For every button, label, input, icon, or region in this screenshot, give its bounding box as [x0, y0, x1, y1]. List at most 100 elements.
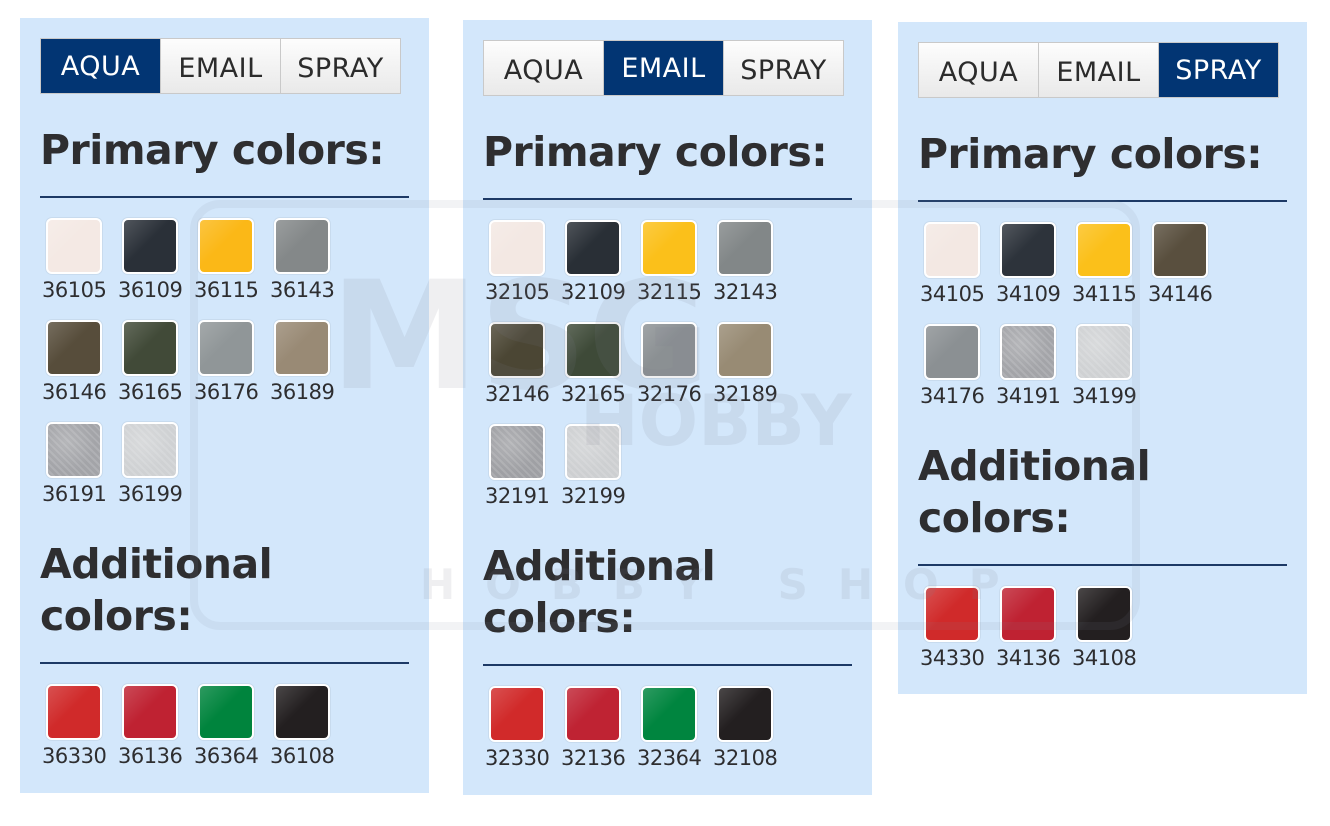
swatch-item: 32176 [637, 322, 717, 424]
tab-aqua[interactable]: AQUA [919, 43, 1039, 97]
color-code: 34199 [1072, 384, 1137, 408]
tab-spray[interactable]: SPRAY [1159, 43, 1278, 97]
color-swatch[interactable] [274, 684, 330, 740]
color-swatch[interactable] [1076, 324, 1132, 380]
color-code: 34105 [920, 282, 985, 306]
color-code: 34136 [996, 646, 1061, 670]
swatch-item: 32364 [637, 686, 717, 788]
color-code: 36105 [42, 278, 107, 302]
color-swatch[interactable] [1000, 586, 1056, 642]
color-code: 32105 [485, 280, 550, 304]
color-code: 34146 [1148, 282, 1213, 306]
color-swatch[interactable] [274, 320, 330, 376]
color-swatch[interactable] [1152, 222, 1208, 278]
color-code: 34330 [920, 646, 985, 670]
color-code: 32108 [713, 746, 778, 770]
swatch-item: 34191 [996, 324, 1076, 426]
color-swatch[interactable] [46, 684, 102, 740]
color-code: 36176 [194, 380, 259, 404]
color-swatch[interactable] [641, 220, 697, 276]
color-swatch[interactable] [122, 320, 178, 376]
color-code: 32165 [561, 382, 626, 406]
heading-line: colors: [918, 494, 1071, 542]
color-swatch[interactable] [565, 686, 621, 742]
heading-line: colors: [40, 592, 193, 640]
tab-email[interactable]: EMAIL [161, 39, 281, 93]
color-swatch[interactable] [46, 218, 102, 274]
color-swatch[interactable] [717, 686, 773, 742]
color-code: 36189 [270, 380, 335, 404]
color-swatch[interactable] [489, 424, 545, 480]
tab-aqua[interactable]: AQUA [41, 39, 161, 93]
tab-aqua[interactable]: AQUA [484, 41, 604, 95]
swatch-item: 34176 [920, 324, 1000, 426]
swatch-item: 36364 [194, 684, 274, 786]
swatch-item: 36136 [118, 684, 198, 786]
color-swatch[interactable] [1000, 324, 1056, 380]
color-code: 36136 [118, 744, 183, 768]
color-swatch[interactable] [717, 322, 773, 378]
color-swatch[interactable] [1076, 586, 1132, 642]
color-swatch[interactable] [565, 424, 621, 480]
color-swatch[interactable] [274, 218, 330, 274]
swatch-item: 36189 [270, 320, 350, 422]
finish-tabs: AQUA EMAIL SPRAY [918, 42, 1279, 98]
color-code: 32191 [485, 484, 550, 508]
color-code: 36115 [194, 278, 259, 302]
color-swatch[interactable] [565, 322, 621, 378]
swatch-item: 34136 [996, 586, 1076, 688]
color-code: 32136 [561, 746, 626, 770]
color-swatch[interactable] [489, 686, 545, 742]
additional-colors-heading: Additional colors: [483, 540, 852, 644]
swatch-item: 36330 [42, 684, 122, 786]
color-swatch[interactable] [641, 322, 697, 378]
color-code: 32199 [561, 484, 626, 508]
swatch-item: 32199 [561, 424, 641, 526]
color-swatch[interactable] [641, 686, 697, 742]
color-swatch[interactable] [489, 322, 545, 378]
color-swatch[interactable] [198, 218, 254, 274]
color-code: 34115 [1072, 282, 1137, 306]
color-swatch[interactable] [46, 422, 102, 478]
swatch-item: 36146 [42, 320, 122, 422]
tab-spray[interactable]: SPRAY [281, 39, 400, 93]
additional-swatch-grid: 32330 32136 32364 32108 [483, 686, 809, 788]
color-swatch[interactable] [1076, 222, 1132, 278]
color-swatch[interactable] [1000, 222, 1056, 278]
additional-colors-heading: Additional colors: [40, 538, 409, 642]
color-swatch[interactable] [565, 220, 621, 276]
tab-spray[interactable]: SPRAY [724, 41, 843, 95]
swatch-item: 36143 [270, 218, 350, 320]
color-code: 32146 [485, 382, 550, 406]
color-swatch[interactable] [924, 586, 980, 642]
color-swatch[interactable] [122, 422, 178, 478]
color-swatch[interactable] [122, 684, 178, 740]
color-swatch[interactable] [924, 222, 980, 278]
color-swatch[interactable] [198, 684, 254, 740]
color-code: 32143 [713, 280, 778, 304]
swatch-item: 36199 [118, 422, 198, 524]
swatch-item: 34105 [920, 222, 1000, 324]
color-code: 34191 [996, 384, 1061, 408]
color-swatch[interactable] [46, 320, 102, 376]
color-code: 32330 [485, 746, 550, 770]
color-code: 36146 [42, 380, 107, 404]
color-swatch[interactable] [717, 220, 773, 276]
color-swatch[interactable] [924, 324, 980, 380]
swatch-item: 32191 [485, 424, 565, 526]
tab-email[interactable]: EMAIL [1039, 43, 1159, 97]
color-swatch[interactable] [122, 218, 178, 274]
swatch-item: 34199 [1072, 324, 1152, 426]
color-swatch[interactable] [198, 320, 254, 376]
additional-swatch-grid: 36330 36136 36364 36108 [40, 684, 366, 786]
heading-line: Additional [40, 540, 273, 588]
color-code: 34176 [920, 384, 985, 408]
primary-colors-heading: Primary colors: [40, 126, 385, 174]
swatch-item: 34109 [996, 222, 1076, 324]
color-swatch[interactable] [489, 220, 545, 276]
additional-swatch-grid: 34330 34136 34108 [918, 586, 1244, 688]
tab-email[interactable]: EMAIL [604, 41, 724, 95]
primary-colors-heading: Primary colors: [483, 128, 828, 176]
color-code: 36364 [194, 744, 259, 768]
swatch-item: 34330 [920, 586, 1000, 688]
